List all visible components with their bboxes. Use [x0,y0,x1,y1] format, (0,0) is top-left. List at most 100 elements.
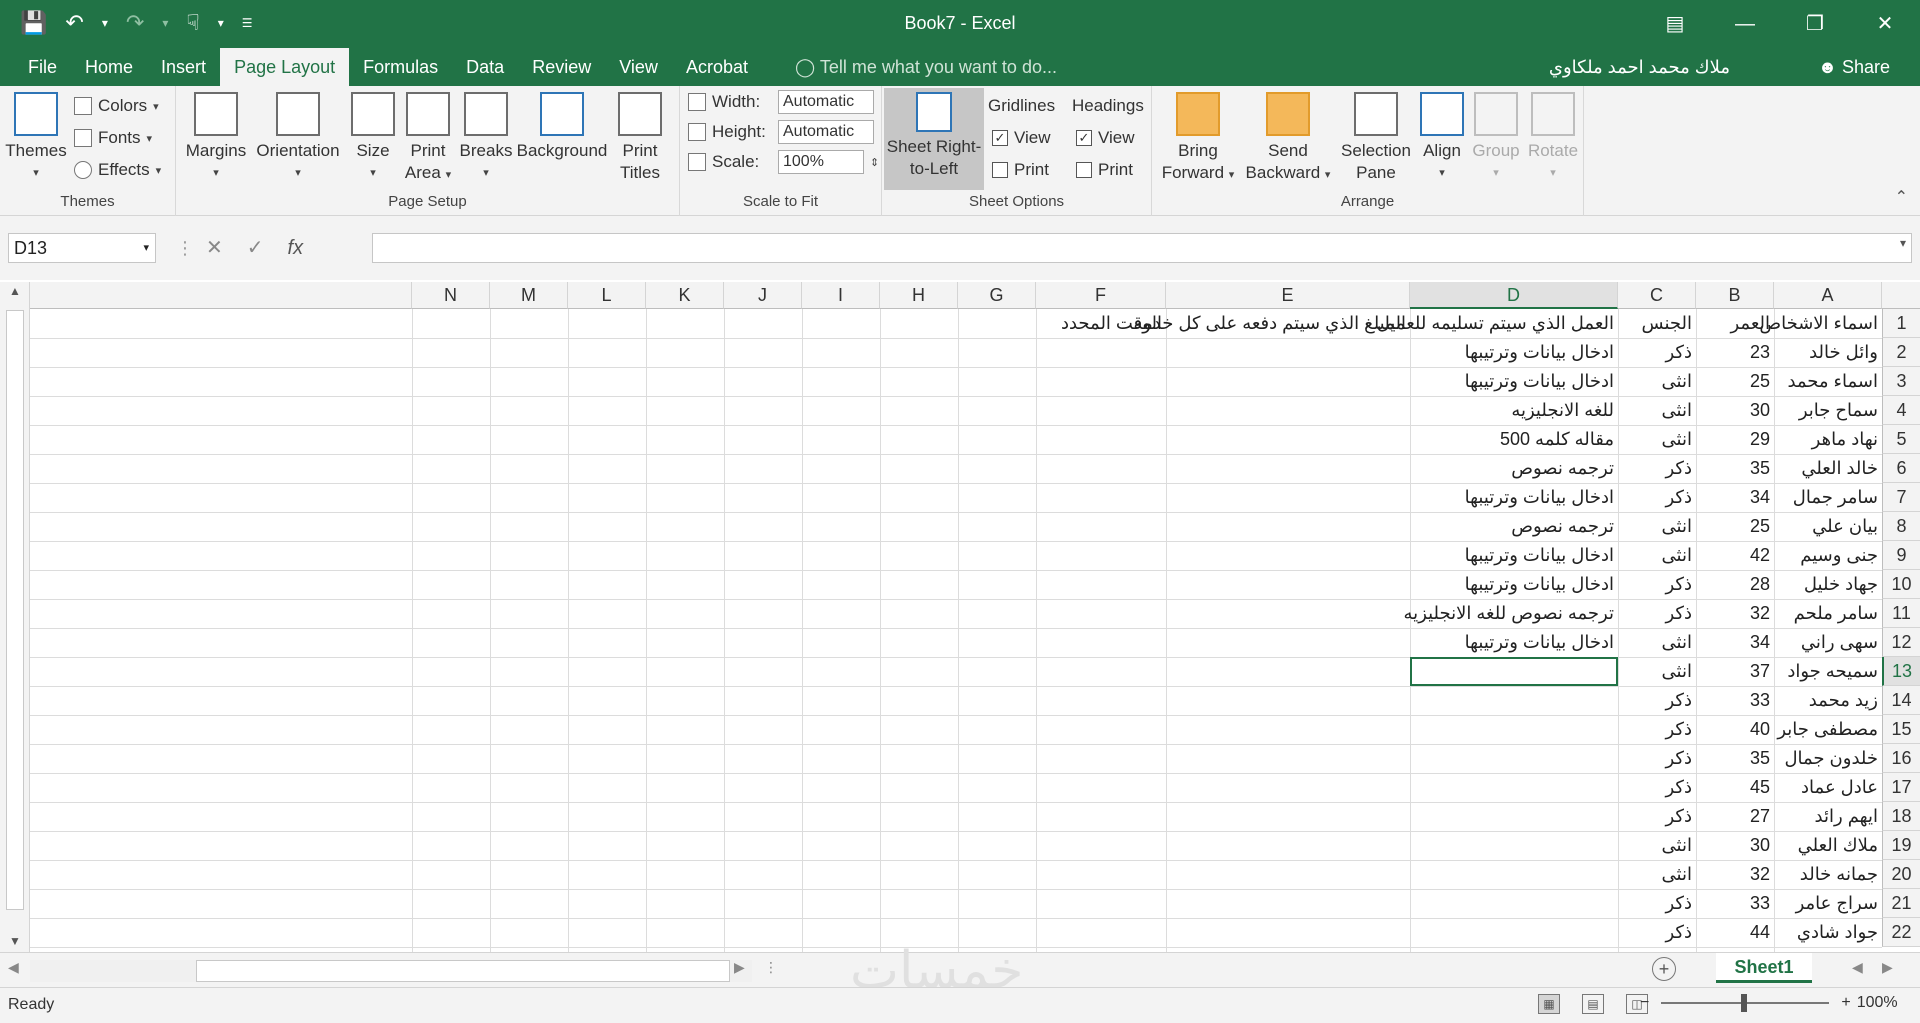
cell-c13[interactable]: انثى [1618,657,1696,686]
cell-c7[interactable]: ذكر [1618,483,1696,512]
tab-formulas[interactable]: Formulas [349,48,452,86]
prev-sheet-icon[interactable]: ◀ [1852,959,1863,976]
cell-b15[interactable]: 40 [1696,715,1774,744]
cell-a5[interactable]: نهاد ماهر [1774,425,1882,454]
gridlines-print-checkbox[interactable]: Print [992,160,1049,180]
cell-a10[interactable]: جهاد خليل [1774,570,1882,599]
align-button[interactable]: Align ▾ [1416,92,1468,184]
cell-c4[interactable]: انثى [1618,396,1696,425]
cell-b17[interactable]: 45 [1696,773,1774,802]
effects-button[interactable]: Effects ▾ [74,160,161,180]
row-header-21[interactable]: 21 [1882,889,1920,918]
row-header-22[interactable]: 22 [1882,918,1920,947]
column-header-c[interactable]: C [1618,282,1696,309]
column-header-j[interactable]: J [724,282,802,309]
column-header-m[interactable]: M [490,282,568,309]
cell-a20[interactable]: جمانه خالد [1774,860,1882,889]
cell-d3[interactable]: ادخال بيانات وترتيبها [1410,367,1618,396]
cell-b8[interactable]: 25 [1696,512,1774,541]
size-button[interactable]: Size ▾ [348,92,398,184]
cell-a1[interactable]: اسماء الاشخاص [1759,309,1882,338]
cell-d7[interactable]: ادخال بيانات وترتيبها [1410,483,1618,512]
margins-button[interactable]: Margins ▾ [182,92,250,184]
cell-b20[interactable]: 32 [1696,860,1774,889]
tab-data[interactable]: Data [452,48,518,86]
cell-a8[interactable]: بيان علي [1774,512,1882,541]
row-header-15[interactable]: 15 [1882,715,1920,744]
row-header-3[interactable]: 3 [1882,367,1920,396]
cell-a6[interactable]: خالد العلي [1774,454,1882,483]
tab-page-layout[interactable]: Page Layout [220,48,350,86]
cell-a22[interactable]: جواد شادي [1774,918,1882,947]
scroll-right-icon[interactable]: ▶ [734,959,745,976]
zoom-slider-knob[interactable] [1741,994,1748,1012]
row-header-2[interactable]: 2 [1882,338,1920,367]
zoom-level[interactable]: 100% [1857,994,1898,1012]
width-select[interactable]: Automatic [778,90,874,114]
close-icon[interactable]: ✕ [1850,0,1920,48]
cell-b10[interactable]: 28 [1696,570,1774,599]
cell-b6[interactable]: 35 [1696,454,1774,483]
cell-b11[interactable]: 32 [1696,599,1774,628]
zoom-in-button[interactable]: + [1841,994,1850,1012]
row-header-10[interactable]: 10 [1882,570,1920,599]
tell-me-search[interactable]: ◯ Tell me what you want to do... [795,57,1057,78]
cell-b14[interactable]: 33 [1696,686,1774,715]
row-header-7[interactable]: 7 [1882,483,1920,512]
column-header-d[interactable]: D [1410,282,1618,309]
cell-d6[interactable]: ترجمه نصوص [1410,454,1618,483]
cell-f1[interactable]: الوقت المحدد [1036,309,1166,338]
cell-a9[interactable]: جنى وسيم [1774,541,1882,570]
cell-d11[interactable]: ترجمه نصوص للغه الانجليزيه [1404,599,1618,628]
cell-c8[interactable]: انثى [1618,512,1696,541]
cell-d4[interactable]: للغه الانجليزيه [1410,396,1618,425]
cell-b3[interactable]: 25 [1696,367,1774,396]
share-button[interactable]: ☻ Share [1818,57,1890,78]
bring-forward-button[interactable]: Bring Forward ▾ [1156,92,1240,186]
insert-function-icon[interactable]: fx [288,233,304,263]
rotate-button[interactable]: Rotate ▾ [1524,92,1582,184]
cell-c9[interactable]: انثى [1618,541,1696,570]
cancel-icon[interactable]: ✕ [206,233,223,263]
tab-insert[interactable]: Insert [147,48,220,86]
cell-b2[interactable]: 23 [1696,338,1774,367]
collapse-ribbon-icon[interactable]: ⌃ [1895,187,1908,207]
cell-c14[interactable]: ذكر [1618,686,1696,715]
row-header-8[interactable]: 8 [1882,512,1920,541]
cell-b5[interactable]: 29 [1696,425,1774,454]
cell-b16[interactable]: 35 [1696,744,1774,773]
cell-a2[interactable]: وائل خالد [1774,338,1882,367]
column-header-e[interactable]: E [1166,282,1410,309]
cell-a7[interactable]: سامر جمال [1774,483,1882,512]
zoom-out-button[interactable]: − [1640,994,1649,1012]
sheet-right-to-left-button[interactable]: Sheet Right- to-Left [884,88,984,190]
tab-acrobat[interactable]: Acrobat [672,48,762,86]
cell-c12[interactable]: انثى [1618,628,1696,657]
row-header-11[interactable]: 11 [1882,599,1920,628]
cell-c22[interactable]: ذكر [1618,918,1696,947]
row-header-16[interactable]: 16 [1882,744,1920,773]
cell-c2[interactable]: ذكر [1618,338,1696,367]
scroll-left-icon[interactable]: ◀ [8,959,19,976]
sheet-tab-sheet1[interactable]: Sheet1 [1716,953,1812,983]
print-area-button[interactable]: Print Area ▾ [400,92,456,186]
row-header-4[interactable]: 4 [1882,396,1920,425]
expand-formula-bar-icon[interactable]: ▾ [1900,236,1906,250]
cell-a17[interactable]: عادل عماد [1774,773,1882,802]
row-header-5[interactable]: 5 [1882,425,1920,454]
headings-print-checkbox[interactable]: Print [1076,160,1133,180]
cell-d9[interactable]: ادخال بيانات وترتيبها [1410,541,1618,570]
cell-c17[interactable]: ذكر [1618,773,1696,802]
cell-b7[interactable]: 34 [1696,483,1774,512]
cell-d1[interactable]: العمل الذي سيتم تسليمه للعميل [1377,309,1618,338]
cell-c5[interactable]: انثى [1618,425,1696,454]
row-header-1[interactable]: 1 [1882,309,1920,338]
zoom-slider[interactable] [1661,994,1830,1012]
cell-a13[interactable]: سميحه جواد [1774,657,1882,686]
tab-file[interactable]: File [14,48,71,86]
cell-e1[interactable]: المبلغ الذي سيتم دفعه على كل خدمه [1133,309,1410,338]
row-header-13[interactable]: 13 [1882,657,1920,686]
cell-b1[interactable]: العمر [1696,309,1774,338]
cell-b22[interactable]: 44 [1696,918,1774,947]
cell-a11[interactable]: سامر ملحم [1774,599,1882,628]
